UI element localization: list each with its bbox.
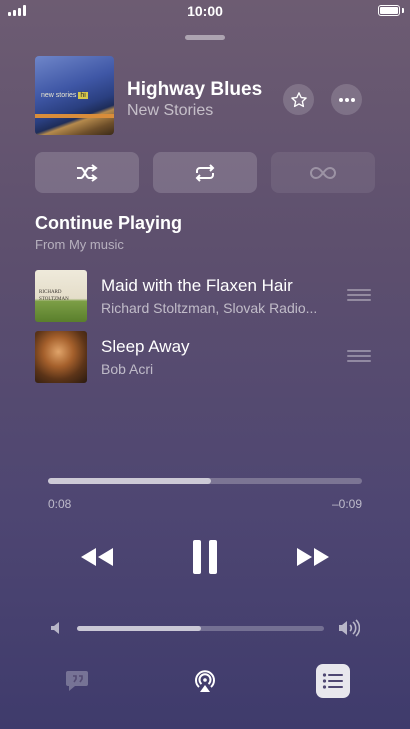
volume-high-icon — [339, 619, 360, 637]
more-button[interactable] — [331, 84, 362, 115]
queue-section-title: Continue Playing — [35, 213, 183, 233]
airplay-button[interactable] — [188, 664, 222, 698]
playback-progress-fill — [48, 478, 212, 484]
battery-icon — [378, 5, 400, 16]
more-icon — [338, 97, 355, 102]
queue-item-artist: Bob Acri — [101, 361, 154, 377]
album-art: new stories hi — [35, 56, 114, 135]
fast-forward-icon — [297, 548, 329, 566]
reorder-handle-icon[interactable] — [347, 350, 371, 362]
repeat-icon — [195, 163, 215, 182]
album-art-text: new stories hi — [41, 92, 88, 99]
next-button[interactable] — [294, 538, 332, 576]
repeat-button[interactable] — [153, 152, 257, 193]
favorite-button[interactable] — [283, 84, 314, 115]
queue-item-artwork — [35, 331, 87, 383]
artwork-text-line-2: STOLTZMAN — [39, 297, 69, 302]
playback-scrubber[interactable] — [48, 478, 362, 484]
queue-button[interactable] — [316, 664, 350, 698]
rewind-icon — [81, 548, 113, 566]
lyrics-icon — [66, 671, 88, 691]
album-art-text-top: new stories — [41, 92, 77, 99]
shuffle-button[interactable] — [35, 152, 139, 193]
lyrics-button[interactable] — [60, 664, 94, 698]
queue-icon — [322, 673, 343, 689]
album-art-text-block: hi — [78, 92, 88, 99]
sheet-grabber[interactable] — [185, 35, 225, 40]
artwork-text-line-1: RICHARD — [39, 290, 62, 295]
autoplay-button[interactable] — [271, 152, 375, 193]
volume-low-icon — [51, 622, 59, 634]
play-pause-button[interactable] — [186, 538, 224, 576]
status-time: 10:00 — [187, 3, 223, 19]
reorder-handle-icon[interactable] — [347, 289, 371, 301]
queue-item-artwork: RICHARD STOLTZMAN — [35, 270, 87, 322]
volume-slider[interactable] — [77, 626, 324, 631]
infinity-icon — [310, 166, 336, 179]
queue-item-title: Maid with the Flaxen Hair — [101, 276, 293, 295]
status-bar: 10:00 — [0, 0, 410, 22]
remaining-time: –0:09 — [331, 497, 362, 511]
volume-level-fill — [77, 626, 201, 631]
star-icon — [290, 91, 307, 107]
elapsed-time: 0:08 — [48, 497, 72, 511]
track-title: Highway Blues — [127, 79, 263, 100]
battery-cap — [402, 8, 404, 13]
queue-item[interactable]: RICHARD STOLTZMAN Maid with the Flaxen H… — [35, 270, 375, 322]
previous-button[interactable] — [78, 538, 116, 576]
track-artist[interactable]: New Stories — [127, 102, 213, 120]
queue-item-artist: Richard Stoltzman, Slovak Radio... — [101, 300, 318, 316]
pause-icon — [193, 540, 217, 574]
album-art-stripe — [35, 114, 114, 118]
queue-item-title: Sleep Away — [101, 337, 190, 356]
queue-item[interactable]: Sleep Away Bob Acri — [35, 331, 375, 383]
airplay-icon — [195, 670, 215, 692]
queue-section-subtitle: From My music — [35, 237, 124, 252]
shuffle-icon — [77, 163, 98, 182]
